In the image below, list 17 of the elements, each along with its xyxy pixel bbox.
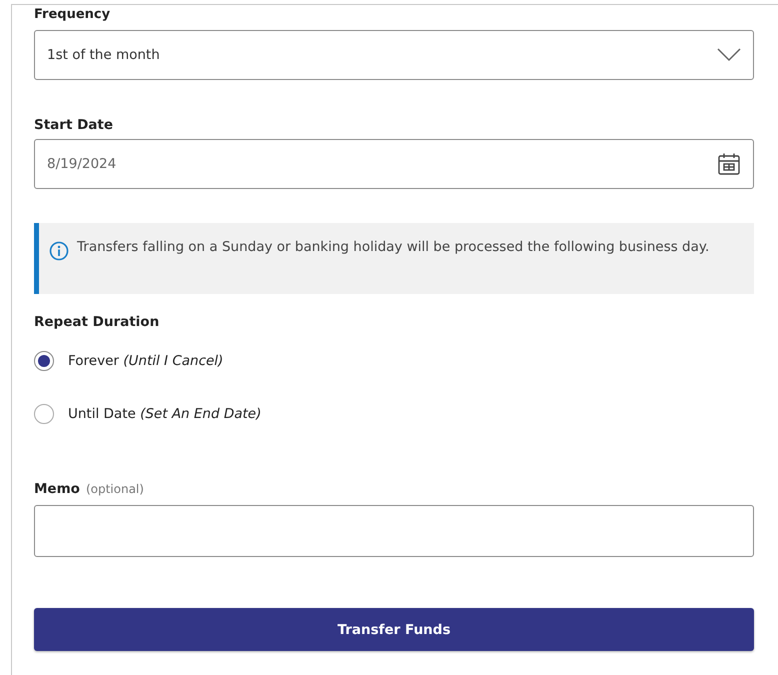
info-icon [49,241,69,261]
date-field[interactable]: 8/19/2024 [34,139,754,189]
frequency-dropdown[interactable]: 1st of the month [34,30,754,80]
radio-label: Until Date (Set An End Date) [68,406,262,422]
calendar-icon [717,152,741,176]
chevron-down-icon [717,48,741,62]
field-label: Memo [34,481,80,497]
memo-field[interactable] [34,505,754,557]
radio-button[interactable] [34,404,54,424]
info-text: Transfers falling on a Sunday or banking holiday will be processed the following business day. [77,238,710,257]
radio-label: Forever (Until I Cancel) [68,353,224,369]
field-label: Start Date [34,117,114,133]
transfer-funds-button[interactable]: Transfer Funds [34,608,754,651]
optional-hint: (optional) [86,482,144,496]
field-label: Repeat Duration [34,314,160,330]
radio-button[interactable] [34,351,54,371]
field-label: Frequency [34,6,112,23]
